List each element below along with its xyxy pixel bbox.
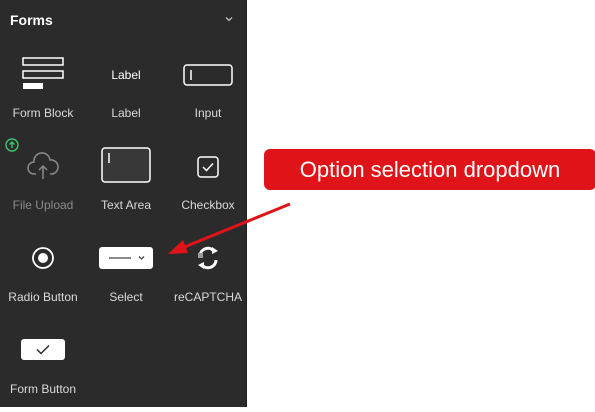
form-button-item[interactable]: Form Button [2, 332, 84, 412]
form-block-item[interactable]: Form Block [2, 55, 84, 135]
input-item[interactable]: Input [167, 55, 249, 135]
annotation-callout: Option selection dropdown [264, 149, 595, 190]
item-label: Input [194, 106, 222, 120]
section-title: Forms [10, 12, 53, 28]
item-label: Radio Button [8, 290, 78, 304]
text-area-icon [85, 147, 167, 183]
annotation-text: Option selection dropdown [299, 156, 561, 182]
radio-button-item[interactable]: Radio Button [2, 240, 84, 320]
cloud-upload-icon [2, 149, 84, 185]
item-label: Text Area [100, 198, 152, 212]
label-item[interactable]: Label Label [85, 55, 167, 135]
recaptcha-icon [167, 240, 249, 276]
item-label: Form Block [12, 106, 74, 120]
item-label: Form Button [9, 382, 77, 396]
label-icon-text: Label [111, 68, 141, 82]
checkbox-icon [167, 149, 249, 185]
text-area-item[interactable]: Text Area [85, 147, 167, 227]
label-icon: Label [85, 57, 167, 93]
forms-section-header[interactable]: Forms [0, 0, 247, 42]
chevron-down-icon[interactable] [224, 14, 234, 24]
select-dropdown-icon [85, 240, 167, 276]
form-button-icon [2, 332, 84, 368]
form-block-icon [2, 55, 84, 91]
file-upload-item[interactable]: File Upload [2, 147, 84, 227]
item-label: Checkbox [181, 198, 235, 212]
select-item[interactable]: Select [85, 240, 167, 320]
item-label: Label [111, 106, 141, 120]
radio-button-icon [2, 240, 84, 276]
checkbox-item[interactable]: Checkbox [167, 147, 249, 227]
forms-panel: Forms Form Block Label Label Input File … [0, 0, 247, 407]
input-icon [167, 57, 249, 93]
item-label: File Upload [12, 198, 74, 212]
recaptcha-item[interactable]: reCAPTCHA [167, 240, 249, 320]
item-label: Select [109, 290, 143, 304]
item-label: reCAPTCHA [173, 290, 242, 304]
